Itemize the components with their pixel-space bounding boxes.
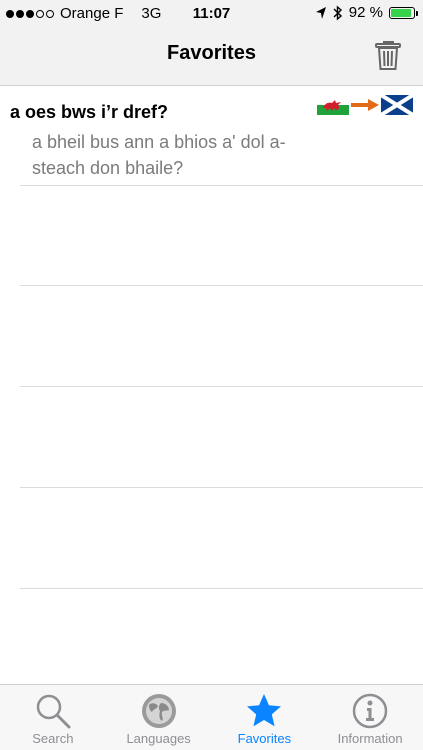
empty-list-row bbox=[20, 488, 423, 589]
search-icon bbox=[36, 694, 71, 729]
page-title: Favorites bbox=[167, 42, 256, 64]
tab-label: Languages bbox=[126, 731, 191, 746]
phrase-text: a oes bws i’r dref? bbox=[10, 102, 169, 122]
status-right: 92 % bbox=[315, 4, 418, 21]
top-bar: Orange F 3G 11:07 92 % Favorites bbox=[0, 0, 423, 86]
tab-search[interactable]: Search bbox=[0, 685, 106, 750]
battery-level bbox=[391, 8, 412, 17]
empty-list-row bbox=[20, 286, 423, 387]
list-item[interactable]: a oes bws i’r dref? a bheil bus ann a bh… bbox=[0, 85, 423, 186]
bluetooth-icon bbox=[333, 4, 342, 21]
battery-icon bbox=[389, 6, 418, 19]
tab-information[interactable]: Information bbox=[317, 685, 423, 750]
battery-percent: 92 % bbox=[348, 4, 383, 21]
tab-favorites[interactable]: Favorites bbox=[212, 685, 318, 750]
status-bar: Orange F 3G 11:07 92 % bbox=[0, 0, 423, 28]
scotland-flag-icon bbox=[381, 95, 413, 115]
info-icon bbox=[352, 693, 388, 729]
language-pair bbox=[317, 95, 413, 115]
favorites-list: a oes bws i’r dref? a bheil bus ann a bh… bbox=[0, 85, 423, 685]
globe-icon bbox=[141, 694, 176, 728]
location-icon bbox=[315, 6, 326, 19]
trash-icon[interactable] bbox=[371, 38, 405, 72]
tab-languages[interactable]: Languages bbox=[106, 685, 212, 750]
translation-text: a bheil bus ann a bhios a' dol a-steach … bbox=[32, 132, 286, 178]
wales-flag-icon bbox=[317, 95, 349, 115]
tab-bar: Search Languages Favorites Information bbox=[0, 684, 423, 750]
star-icon bbox=[247, 694, 282, 727]
empty-list-row bbox=[20, 185, 423, 286]
tab-label: Information bbox=[337, 731, 403, 746]
tab-label: Search bbox=[32, 731, 74, 746]
navigation-bar: Favorites bbox=[0, 28, 423, 85]
tab-label: Favorites bbox=[237, 731, 292, 746]
arrow-right-icon bbox=[351, 99, 379, 111]
empty-list-row bbox=[20, 387, 423, 488]
